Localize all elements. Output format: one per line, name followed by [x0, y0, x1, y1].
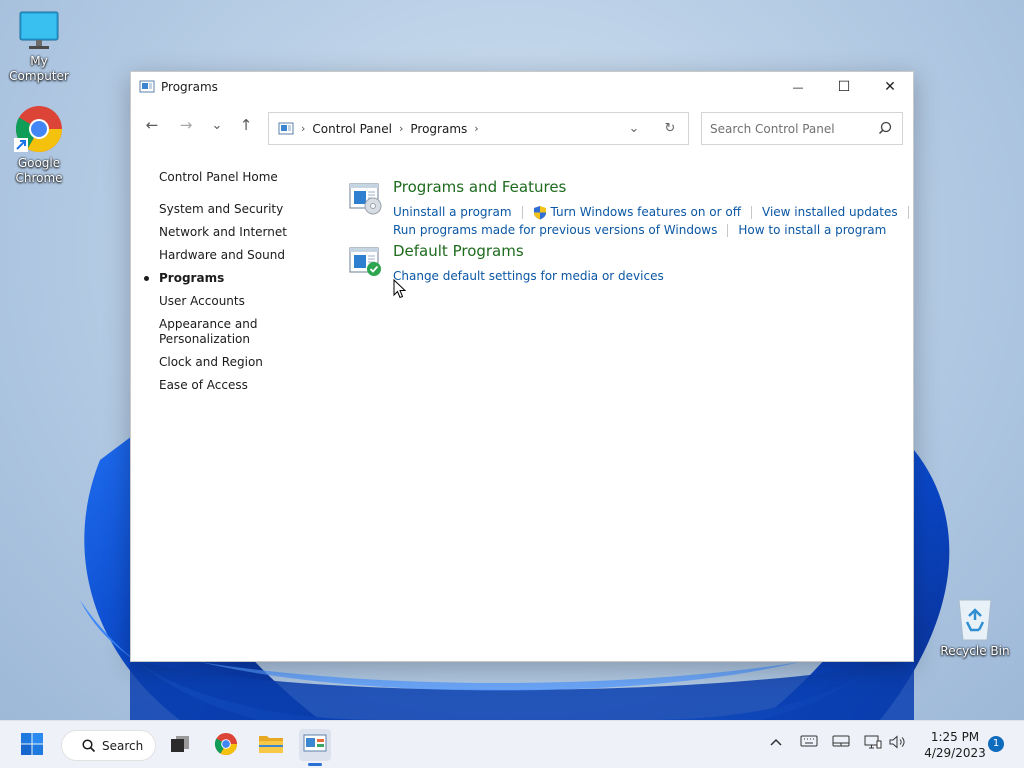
address-bar[interactable]: › Control Panel › Programs › ⌄ ↻: [268, 112, 689, 145]
link-divider: [727, 223, 729, 237]
up-button[interactable]: ↑: [233, 112, 259, 138]
recycle-bin-icon: [955, 598, 995, 642]
view-installed-updates-link[interactable]: View installed updates: [762, 205, 898, 219]
minimize-icon: —: [792, 80, 804, 94]
left-navigation: Control Panel Home System and Security N…: [144, 170, 319, 401]
notification-badge[interactable]: 1: [988, 736, 1004, 752]
nav-system-and-security[interactable]: System and Security: [159, 202, 319, 217]
change-default-settings-link[interactable]: Change default settings for media or dev…: [393, 269, 664, 283]
keyboard-icon[interactable]: [800, 735, 818, 751]
default-programs-heading[interactable]: Default Programs: [393, 242, 524, 260]
active-app-indicator: [308, 763, 322, 766]
programs-and-features-links: Uninstall a program Turn Windows feature…: [393, 203, 919, 239]
maximize-icon: ☐: [837, 79, 851, 95]
task-view-icon: [170, 735, 190, 756]
chevron-down-icon: ⌄: [628, 121, 640, 136]
control-panel-icon: [139, 79, 155, 95]
refresh-icon: ↻: [664, 121, 676, 136]
start-button[interactable]: [16, 729, 48, 761]
show-hidden-icons-button[interactable]: [769, 735, 783, 751]
touchpad-icon[interactable]: [832, 735, 850, 751]
forward-button[interactable]: →: [173, 112, 199, 138]
mouse-cursor-icon: [393, 278, 407, 302]
clock-time: 1:25 PM: [930, 730, 980, 744]
chrome-icon: [14, 104, 64, 154]
taskbar-clock[interactable]: 1:25 PM 4/29/2023: [916, 729, 994, 761]
taskbar-control-panel-button[interactable]: [299, 729, 331, 761]
clock-date: 4/29/2023: [924, 746, 986, 760]
breadcrumb-control-panel[interactable]: Control Panel: [312, 122, 392, 136]
how-to-install-program-link[interactable]: How to install a program: [738, 223, 886, 237]
nav-network-and-internet[interactable]: Network and Internet: [159, 225, 319, 240]
programs-features-icon[interactable]: [349, 181, 383, 215]
breadcrumb-separator[interactable]: ›: [301, 122, 305, 135]
network-icon[interactable]: [864, 735, 882, 753]
search-input[interactable]: [710, 121, 870, 137]
link-divider: [521, 205, 523, 219]
task-view-button[interactable]: [164, 729, 196, 761]
monitor-icon: [18, 10, 60, 52]
desktop-icon-google-chrome[interactable]: Google Chrome: [0, 104, 78, 186]
arrow-up-icon: ↑: [239, 116, 253, 134]
breadcrumb-programs[interactable]: Programs: [410, 122, 467, 136]
uac-shield-icon: [533, 205, 547, 220]
nav-ease-of-access[interactable]: Ease of Access: [159, 378, 319, 393]
control-panel-home-link[interactable]: Control Panel Home: [159, 170, 319, 184]
taskbar-file-explorer-button[interactable]: [255, 729, 287, 761]
arrow-right-icon: →: [179, 116, 193, 134]
arrow-left-icon: ←: [145, 116, 159, 134]
desktop-icon-label: Google Chrome: [15, 156, 63, 185]
link-divider: [907, 205, 909, 219]
title-bar[interactable]: Programs — ☐ ✕: [131, 72, 913, 102]
nav-user-accounts[interactable]: User Accounts: [159, 294, 319, 309]
default-programs-icon[interactable]: [349, 245, 383, 279]
run-older-programs-link[interactable]: Run programs made for previous versions …: [393, 223, 717, 237]
chrome-icon: [214, 732, 238, 759]
search-icon[interactable]: [878, 121, 892, 138]
taskbar: Search 1:25 PM 4/29/2023: [0, 720, 1024, 768]
programs-and-features-heading[interactable]: Programs and Features: [393, 178, 566, 196]
refresh-button[interactable]: ↻: [652, 121, 688, 136]
taskbar-chrome-button[interactable]: [210, 729, 242, 761]
search-box[interactable]: [701, 112, 903, 145]
volume-icon[interactable]: [889, 735, 907, 753]
breadcrumb-separator[interactable]: ›: [399, 122, 403, 135]
chevron-up-icon: [769, 735, 783, 751]
link-divider: [751, 205, 753, 219]
nav-appearance-and-personalization[interactable]: Appearance and Personalization: [159, 317, 259, 347]
close-button[interactable]: ✕: [867, 72, 913, 102]
breadcrumb-separator[interactable]: ›: [474, 122, 478, 135]
maximize-button[interactable]: ☐: [821, 72, 867, 102]
address-dropdown-button[interactable]: ⌄: [616, 121, 652, 136]
uninstall-program-link[interactable]: Uninstall a program: [393, 205, 512, 219]
taskbar-search-button[interactable]: Search: [61, 730, 156, 761]
windows-logo-icon: [20, 732, 44, 759]
nav-programs[interactable]: Programs: [144, 271, 319, 286]
desktop-icon-my-computer[interactable]: My Computer: [0, 10, 78, 84]
desktop-icon-label: My Computer: [9, 54, 69, 83]
taskbar-search-label: Search: [102, 738, 144, 753]
minimize-button[interactable]: —: [775, 72, 821, 102]
back-button[interactable]: ←: [139, 112, 165, 138]
nav-clock-and-region[interactable]: Clock and Region: [159, 355, 319, 370]
folder-icon: [258, 733, 284, 758]
window-title: Programs: [161, 80, 218, 94]
chevron-down-icon: ⌄: [211, 117, 223, 133]
close-icon: ✕: [884, 79, 896, 95]
search-icon: [82, 738, 96, 753]
control-panel-icon: [278, 121, 294, 137]
nav-hardware-and-sound[interactable]: Hardware and Sound: [159, 248, 319, 263]
desktop-icon-label: Recycle Bin: [940, 644, 1010, 658]
control-panel-icon: [303, 733, 327, 758]
turn-windows-features-link[interactable]: Turn Windows features on or off: [551, 205, 742, 219]
control-panel-window: Programs — ☐ ✕ ← → ⌄ ↑ › Control Panel ›…: [130, 71, 914, 662]
desktop-icon-recycle-bin[interactable]: Recycle Bin: [936, 598, 1014, 659]
recent-locations-button[interactable]: ⌄: [204, 112, 230, 138]
default-programs-links: Change default settings for media or dev…: [393, 267, 664, 285]
